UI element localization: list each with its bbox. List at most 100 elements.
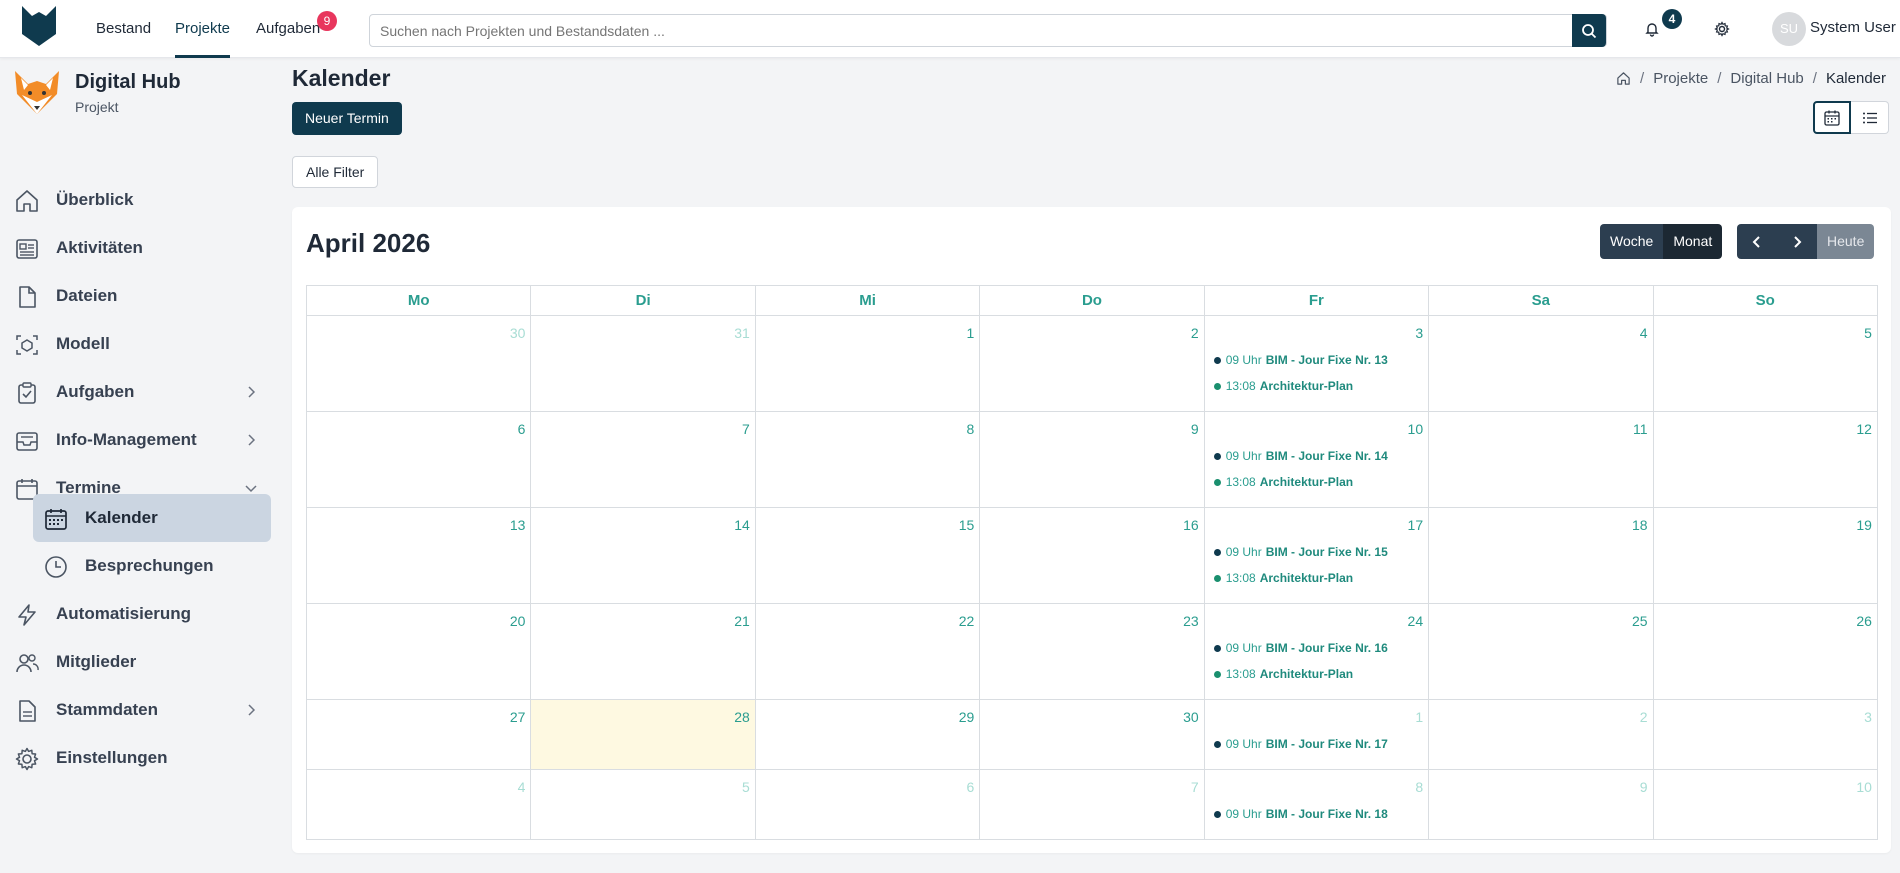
day-cell[interactable]: 20 — [307, 604, 532, 700]
day-cell[interactable]: 24 09 Uhr BIM - Jour Fixe Nr. 16 13:08 Archi… — [1204, 604, 1430, 700]
day-number[interactable]: 8 — [1415, 779, 1423, 795]
day-cell[interactable]: 19 — [1653, 508, 1878, 604]
sidebar-item-dateien[interactable]: Dateien — [0, 274, 270, 318]
day-cell[interactable]: 22 — [755, 604, 981, 700]
sidebar-item-aktivitaeten[interactable]: Aktivitäten — [0, 226, 270, 270]
day-number[interactable]: 2 — [1191, 325, 1199, 341]
day-number[interactable]: 10 — [1408, 421, 1424, 437]
day-number[interactable]: 30 — [510, 325, 526, 341]
calendar-event[interactable]: 09 Uhr BIM - Jour Fixe Nr. 16 — [1213, 641, 1388, 655]
day-number[interactable]: 13 — [510, 517, 526, 533]
list-view-button[interactable] — [1851, 101, 1889, 134]
sidebar-item-info-management[interactable]: Info-Management — [0, 418, 270, 462]
day-number[interactable]: 31 — [734, 325, 750, 341]
day-number[interactable]: 8 — [966, 421, 974, 437]
day-cell[interactable]: 8 — [755, 412, 981, 508]
calendar-event[interactable]: 13:08 Architektur-Plan — [1213, 667, 1353, 681]
nav-bestand[interactable]: Bestand — [96, 0, 151, 58]
month-view-button[interactable]: Monat — [1663, 224, 1723, 259]
day-number[interactable]: 19 — [1856, 517, 1872, 533]
day-cell[interactable]: 30 — [980, 700, 1205, 770]
day-cell[interactable]: 16 — [980, 508, 1205, 604]
day-number[interactable]: 21 — [734, 613, 750, 629]
new-appointment-button[interactable]: Neuer Termin — [292, 102, 402, 135]
nav-aufgaben[interactable]: Aufgaben — [256, 0, 320, 58]
day-cell[interactable]: 21 — [531, 604, 756, 700]
sidebar-item-einstellungen[interactable]: Einstellungen — [0, 736, 270, 780]
next-month-button[interactable] — [1777, 224, 1817, 259]
all-filters-button[interactable]: Alle Filter — [292, 156, 379, 188]
calendar-event[interactable]: 09 Uhr BIM - Jour Fixe Nr. 13 — [1213, 353, 1388, 367]
day-cell[interactable]: 10 — [1653, 770, 1878, 840]
calendar-event[interactable]: 13:08 Architektur-Plan — [1213, 475, 1353, 489]
day-number[interactable]: 11 — [1633, 421, 1648, 437]
home-icon[interactable] — [1616, 71, 1631, 86]
day-number[interactable]: 20 — [510, 613, 526, 629]
day-cell[interactable]: 27 — [307, 700, 532, 770]
day-number[interactable]: 23 — [1183, 613, 1199, 629]
day-number[interactable]: 29 — [959, 709, 975, 725]
day-cell[interactable]: 5 — [1653, 316, 1878, 412]
nav-projekte[interactable]: Projekte — [175, 0, 231, 58]
day-number[interactable]: 4 — [1640, 325, 1648, 341]
breadcrumb-projekte[interactable]: Projekte — [1653, 70, 1708, 87]
day-cell[interactable]: 29 — [755, 700, 981, 770]
calendar-event[interactable]: 09 Uhr BIM - Jour Fixe Nr. 15 — [1213, 545, 1388, 559]
day-number[interactable]: 1 — [966, 325, 974, 341]
day-number[interactable]: 3 — [1415, 325, 1423, 341]
day-cell[interactable]: 12 — [1653, 412, 1878, 508]
day-number[interactable]: 18 — [1632, 517, 1648, 533]
day-number[interactable]: 6 — [518, 421, 526, 437]
day-number[interactable]: 9 — [1191, 421, 1199, 437]
day-cell[interactable]: 2 — [980, 316, 1205, 412]
day-number[interactable]: 25 — [1632, 613, 1648, 629]
sidebar-item-stammdaten[interactable]: Stammdaten — [0, 688, 270, 732]
breadcrumb-digital-hub[interactable]: Digital Hub — [1730, 70, 1803, 87]
day-cell[interactable]: 25 — [1429, 604, 1654, 700]
previous-month-button[interactable] — [1737, 224, 1777, 259]
calendar-event[interactable]: 09 Uhr BIM - Jour Fixe Nr. 18 — [1213, 807, 1388, 821]
today-button[interactable]: Heute — [1817, 224, 1875, 259]
settings-button[interactable] — [1710, 17, 1734, 41]
day-cell[interactable]: 6 — [307, 412, 532, 508]
day-number[interactable]: 2 — [1640, 709, 1648, 725]
day-number[interactable]: 12 — [1856, 421, 1872, 437]
day-cell[interactable]: 2 — [1429, 700, 1654, 770]
day-number[interactable]: 14 — [734, 517, 750, 533]
day-cell[interactable]: 11 — [1429, 412, 1654, 508]
day-cell[interactable]: 3 — [1653, 700, 1878, 770]
user-avatar[interactable]: SU — [1772, 12, 1806, 46]
day-cell[interactable]: 17 09 Uhr BIM - Jour Fixe Nr. 15 13:08 Archi… — [1204, 508, 1430, 604]
day-number[interactable]: 15 — [959, 517, 975, 533]
sidebar-item-ueberblick[interactable]: Überblick — [0, 178, 270, 222]
day-cell[interactable]: 5 — [531, 770, 756, 840]
day-cell[interactable]: 15 — [755, 508, 981, 604]
day-cell[interactable]: 28 — [531, 700, 756, 770]
day-cell[interactable]: 9 — [980, 412, 1205, 508]
day-number[interactable]: 30 — [1183, 709, 1199, 725]
day-cell[interactable]: 26 — [1653, 604, 1878, 700]
search-input[interactable] — [370, 15, 1606, 46]
calendar-event[interactable]: 09 Uhr BIM - Jour Fixe Nr. 17 — [1213, 737, 1388, 751]
day-cell[interactable]: 18 — [1429, 508, 1654, 604]
day-cell[interactable]: 31 — [531, 316, 756, 412]
calendar-view-button[interactable] — [1813, 101, 1851, 134]
day-number[interactable]: 16 — [1183, 517, 1199, 533]
notifications-button[interactable] — [1640, 17, 1664, 41]
day-cell[interactable]: 1 — [755, 316, 981, 412]
day-number[interactable]: 7 — [742, 421, 750, 437]
calendar-event[interactable]: 09 Uhr BIM - Jour Fixe Nr. 14 — [1213, 449, 1388, 463]
day-cell[interactable]: 3 09 Uhr BIM - Jour Fixe Nr. 13 13:08 Archit… — [1204, 316, 1430, 412]
week-view-button[interactable]: Woche — [1600, 224, 1664, 259]
sidebar-item-aufgaben[interactable]: Aufgaben — [0, 370, 270, 414]
day-cell[interactable]: 6 — [755, 770, 981, 840]
day-cell[interactable]: 1 09 Uhr BIM - Jour Fixe Nr. 17 — [1204, 700, 1430, 770]
fox-logo-icon[interactable] — [20, 4, 58, 48]
user-name[interactable]: System User — [1810, 0, 1896, 56]
day-cell[interactable]: 13 — [307, 508, 532, 604]
day-number[interactable]: 3 — [1864, 709, 1872, 725]
calendar-event[interactable]: 13:08 Architektur-Plan — [1213, 571, 1353, 585]
day-cell[interactable]: 7 — [531, 412, 756, 508]
day-number[interactable]: 10 — [1856, 779, 1872, 795]
day-number[interactable]: 7 — [1191, 779, 1199, 795]
